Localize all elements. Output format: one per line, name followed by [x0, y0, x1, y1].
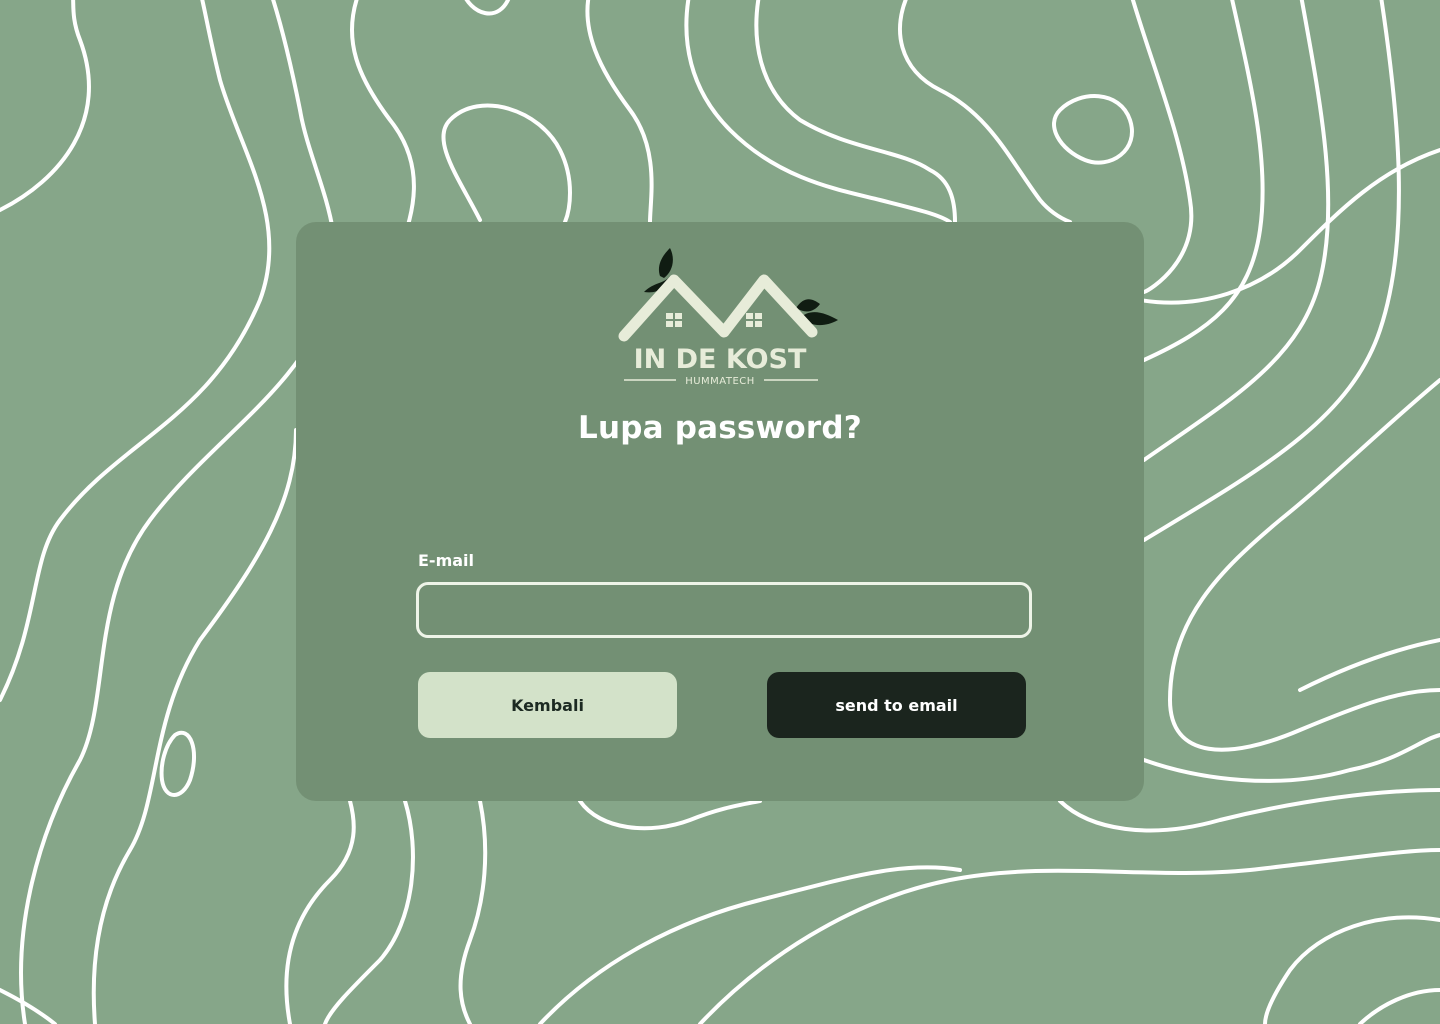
page-title: Lupa password?	[578, 410, 862, 446]
email-label: E-mail	[418, 551, 475, 570]
logo-tagline: HUMMATECH	[685, 376, 755, 387]
logo-wordmark: IN DE KOST	[634, 344, 807, 375]
send-to-email-button[interactable]: send to email	[767, 672, 1026, 738]
email-input[interactable]	[416, 582, 1032, 638]
in-de-kost-logo: IN DE KOST HUMMATECH	[618, 248, 838, 387]
back-button[interactable]: Kembali	[418, 672, 677, 738]
forgot-password-card: IN DE KOST HUMMATECH Lupa password? E-ma…	[296, 222, 1144, 801]
